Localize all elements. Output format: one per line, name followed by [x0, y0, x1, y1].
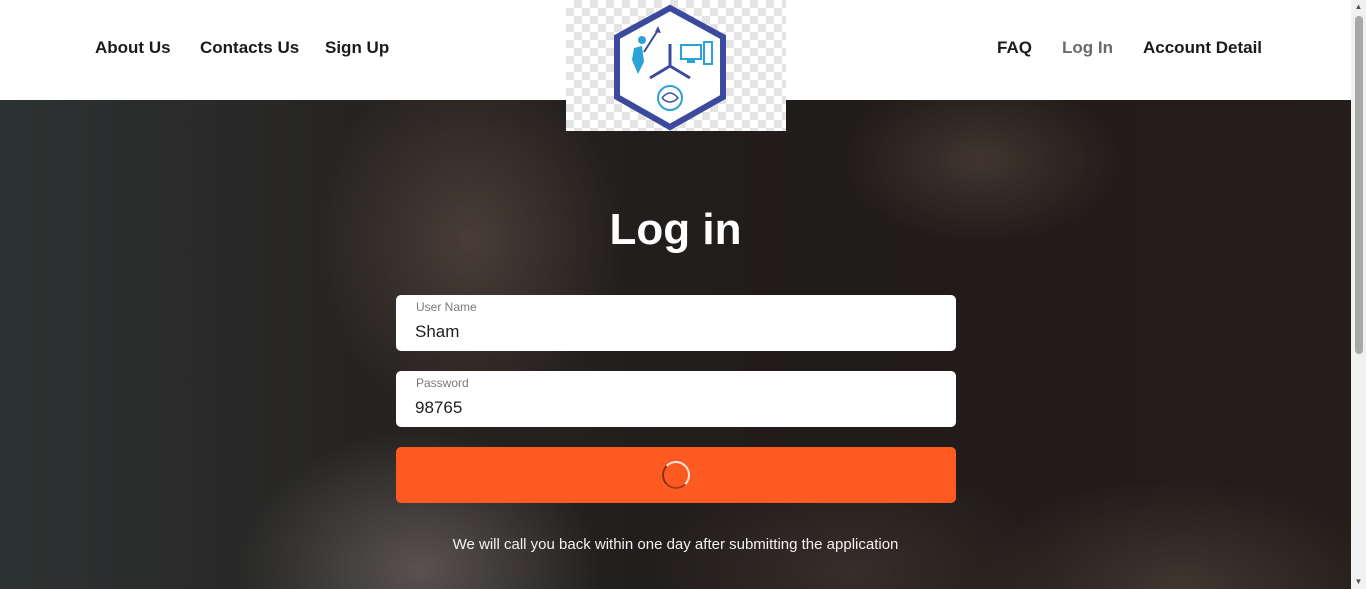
nav-contacts-us[interactable]: Contacts Us	[200, 38, 299, 58]
username-label: User Name	[416, 300, 477, 314]
hexagon-tech-logo-icon	[614, 4, 726, 131]
password-value[interactable]: 98765	[415, 398, 462, 418]
username-value[interactable]: Sham	[415, 322, 459, 342]
scroll-up-icon[interactable]: ▲	[1351, 0, 1366, 14]
callback-note: We will call you back within one day aft…	[452, 536, 899, 553]
nav-log-in[interactable]: Log In	[1062, 38, 1113, 58]
nav-faq[interactable]: FAQ	[997, 38, 1032, 58]
nav-sign-up[interactable]: Sign Up	[325, 38, 389, 58]
page-scrollbar[interactable]: ▲ ▼	[1351, 0, 1366, 589]
scroll-down-icon[interactable]: ▼	[1351, 575, 1366, 589]
password-label: Password	[416, 376, 469, 390]
nav-account-detail[interactable]: Account Detail	[1143, 38, 1262, 58]
password-field[interactable]: Password 98765	[396, 371, 956, 427]
nav-about-us[interactable]: About Us	[95, 38, 171, 58]
spinner-icon	[662, 461, 690, 489]
username-field[interactable]: User Name Sham	[396, 295, 956, 351]
site-logo[interactable]	[566, 0, 786, 131]
scrollbar-thumb[interactable]	[1355, 16, 1363, 354]
login-submit-button[interactable]	[396, 447, 956, 503]
page-title: Log in	[609, 205, 742, 254]
